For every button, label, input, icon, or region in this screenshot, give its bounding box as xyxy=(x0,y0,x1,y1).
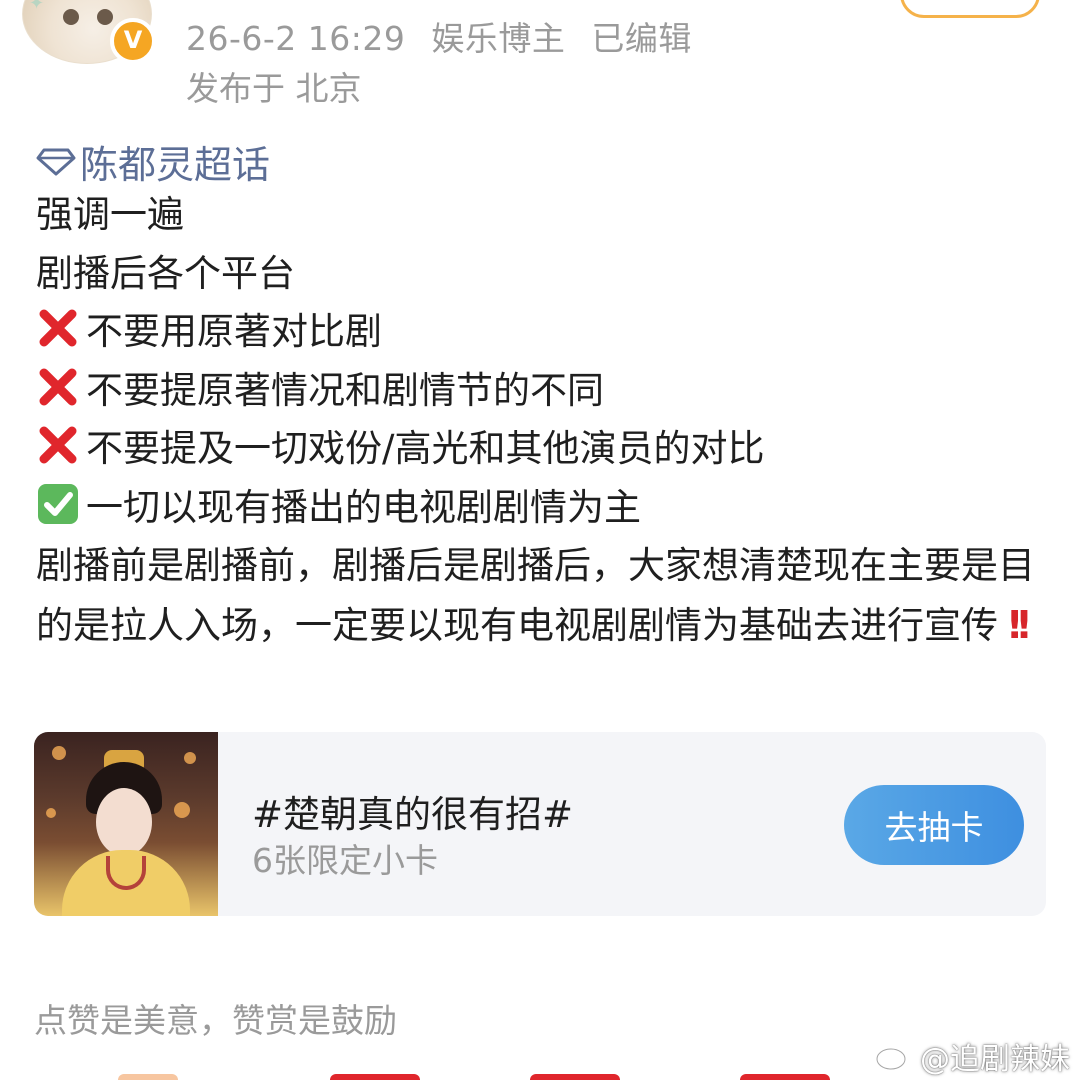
sparkle-icon: ✦ xyxy=(29,0,45,14)
bottom-decoration xyxy=(740,1074,830,1080)
card-thumbnail[interactable] xyxy=(34,732,218,916)
avatar-eye-left xyxy=(63,9,79,25)
cross-mark-icon xyxy=(39,426,77,464)
post-line: 一切以现有播出的电视剧剧情为主 xyxy=(36,479,1046,538)
post-content: 陈都灵超话 强调一遍 剧播后各个平台 不要用原著对比剧 不要提原著情况和剧情节的… xyxy=(36,136,1046,655)
post-line-text: 不要提原著情况和剧情节的不同 xyxy=(86,368,604,412)
draw-card-button[interactable]: 去抽卡 xyxy=(844,785,1024,865)
post-line: 剧播前是剧播前，剧播后是剧播后，大家想清楚现在主要是目的是拉人入场，一定要以现有… xyxy=(36,537,1046,655)
bokeh-light xyxy=(52,746,66,760)
post-line: 不要提及一切戏份/高光和其他演员的对比 xyxy=(36,420,1046,479)
promo-card[interactable]: #楚朝真的很有招# 6张限定小卡 去抽卡 xyxy=(34,732,1046,916)
bokeh-light xyxy=(46,808,56,818)
avatar-eye-right xyxy=(97,9,113,25)
reward-tip: 点赞是美意，赞赏是鼓励 xyxy=(34,1001,397,1040)
post-location: 发布于 北京 xyxy=(186,69,362,108)
cross-mark-icon xyxy=(39,309,77,347)
watermark: @追剧辣妹 xyxy=(874,1034,1070,1078)
post-line: 剧播后各个平台 xyxy=(36,251,295,295)
check-mark-icon xyxy=(38,483,78,524)
card-title[interactable]: #楚朝真的很有招# xyxy=(252,784,573,838)
post-line: 不要提原著情况和剧情节的不同 xyxy=(36,362,1046,421)
watermark-label: @追剧辣妹 xyxy=(920,1042,1070,1077)
post-line-text: 不要提及一切戏份/高光和其他演员的对比 xyxy=(86,427,765,470)
author-role: 娱乐博主 xyxy=(431,19,566,58)
post-timestamp: 26-6-2 16:29 xyxy=(186,19,406,58)
bokeh-light xyxy=(174,802,190,818)
post-line-text: 剧播前是剧播前，剧播后是剧播后，大家想清楚现在主要是目的是拉人入场，一定要以现有… xyxy=(36,544,1035,647)
bottom-decoration xyxy=(330,1074,420,1080)
cross-mark-icon xyxy=(39,368,77,405)
bokeh-light xyxy=(184,752,196,764)
post-line: 不要用原著对比剧 xyxy=(36,303,1046,362)
bottom-decoration xyxy=(118,1074,178,1080)
card-subtitle: 6张限定小卡 xyxy=(252,841,438,880)
supertopic-link[interactable]: 陈都灵超话 xyxy=(36,136,1046,187)
post-line: 强调一遍 xyxy=(36,193,184,236)
bottom-decoration xyxy=(530,1074,620,1080)
weibo-logo-icon xyxy=(875,1043,912,1071)
verified-badge-icon: V xyxy=(110,18,156,64)
post-meta: 26-6-2 16:29 娱乐博主 已编辑 xyxy=(186,12,718,60)
post-line-text: 不要用原著对比剧 xyxy=(86,310,382,353)
post-line-text: 一切以现有播出的电视剧剧情为主 xyxy=(86,485,641,529)
face xyxy=(96,788,152,856)
follow-button[interactable] xyxy=(900,0,1040,18)
double-exclamation-icon: !! xyxy=(1006,602,1033,647)
edited-label[interactable]: 已编辑 xyxy=(591,19,692,58)
diamond-icon xyxy=(36,148,76,176)
supertopic-label: 陈都灵超话 xyxy=(80,142,271,187)
